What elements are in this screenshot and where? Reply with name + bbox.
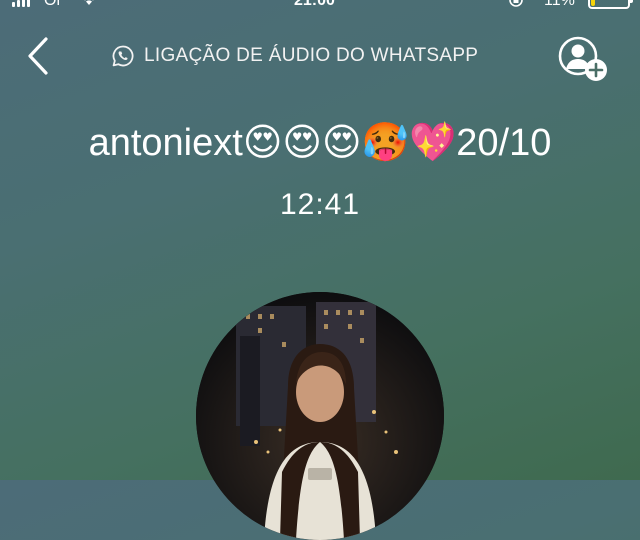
call-type-header: LIGAÇÃO DE ÁUDIO DO WHATSAPP: [110, 42, 478, 70]
add-participant-button[interactable]: [556, 34, 612, 84]
add-person-icon: [558, 36, 607, 81]
carrier-name: Oi: [44, 0, 60, 9]
cellular-signal-icon: [12, 0, 30, 7]
chevron-left-icon: [28, 37, 48, 75]
battery-level: [591, 0, 595, 6]
call-duration: 12:41: [279, 188, 361, 221]
battery-tip: [630, 0, 633, 3]
contact-avatar: [196, 292, 444, 540]
battery-percentage: 11%: [544, 0, 575, 9]
wifi-icon: [80, 0, 98, 9]
status-time: 21:00: [294, 0, 335, 9]
back-button[interactable]: [20, 34, 56, 78]
whatsapp-icon: [110, 43, 136, 69]
call-type-label: LIGAÇÃO DE ÁUDIO DO WHATSAPP: [144, 45, 479, 66]
status-bar: Oi 21:00 11%: [0, 0, 640, 12]
avatar-photo: [196, 292, 444, 540]
contact-name: antoniext😍😍😍🥵💖20/10: [88, 122, 552, 164]
rotation-lock-icon: [508, 0, 524, 11]
battery-icon: [588, 0, 630, 9]
